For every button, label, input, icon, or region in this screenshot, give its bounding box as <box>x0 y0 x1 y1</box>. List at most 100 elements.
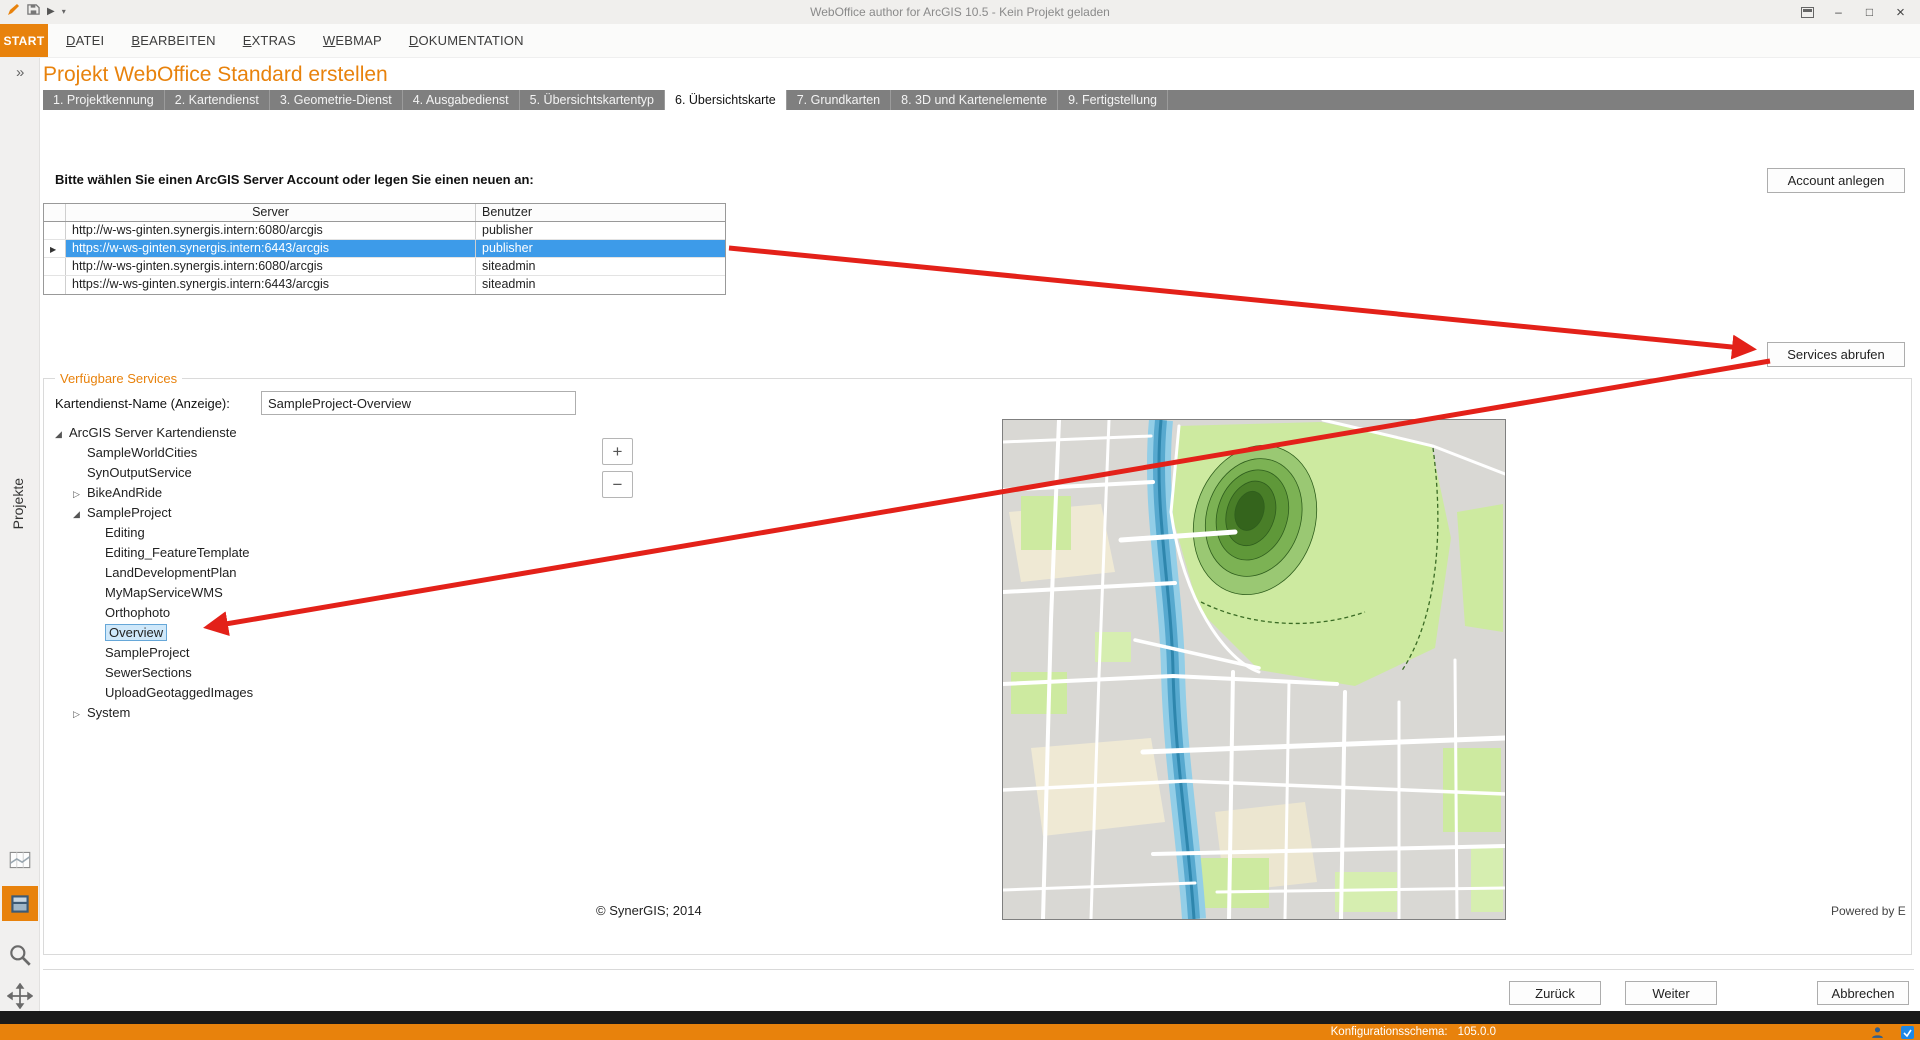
fetch-services-button[interactable]: Services abrufen <box>1767 342 1905 367</box>
minimize-icon[interactable]: – <box>1823 0 1854 24</box>
account-row[interactable]: http://w-ws-ginten.synergis.intern:6080/… <box>44 222 725 240</box>
account-table-header: Server Benutzer <box>44 204 725 222</box>
server-cell: http://w-ws-ginten.synergis.intern:6080/… <box>66 258 476 275</box>
user-cell: siteadmin <box>482 277 536 291</box>
tree-expander-icon[interactable]: ◢ <box>55 424 69 444</box>
server-cell: https://w-ws-ginten.synergis.intern:6443… <box>66 240 476 257</box>
account-row[interactable]: https://w-ws-ginten.synergis.intern:6443… <box>44 276 725 294</box>
tree-item[interactable]: UploadGeotaggedImages <box>43 683 583 703</box>
powered-by-text: Powered by E <box>1831 904 1906 918</box>
tree-expander-icon[interactable]: ◢ <box>73 504 87 524</box>
tree-expander-icon[interactable]: ▷ <box>73 704 87 724</box>
footer-separator <box>43 969 1914 970</box>
map-tool-icon[interactable] <box>4 844 36 876</box>
back-button[interactable]: Zurück <box>1509 981 1601 1005</box>
service-name-input[interactable] <box>261 391 576 415</box>
menu-item[interactable]: DATEI <box>66 33 104 48</box>
window-bottom-edge <box>0 1011 1920 1024</box>
window-title: WebOffice author for ArcGIS 10.5 - Kein … <box>810 5 1110 19</box>
connection-icon[interactable] <box>1901 1026 1914 1039</box>
map-attribution: © SynerGIS; 2014 <box>596 903 702 918</box>
user-column-header[interactable]: Benutzer <box>476 204 725 221</box>
pan-tool-icon[interactable] <box>4 980 36 1012</box>
add-service-button[interactable]: + <box>602 438 633 465</box>
server-cell: http://w-ws-ginten.synergis.intern:6080/… <box>66 222 476 239</box>
collapse-panel-icon[interactable]: » <box>16 64 24 81</box>
create-account-button[interactable]: Account anlegen <box>1767 168 1905 193</box>
service-name-label: Kartendienst-Name (Anzeige): <box>55 396 230 411</box>
account-table: Server Benutzer http://w-ws-ginten.syner… <box>43 203 726 295</box>
account-table-body: http://w-ws-ginten.synergis.intern:6080/… <box>44 222 725 294</box>
tree-expander-icon[interactable]: ▷ <box>73 484 87 504</box>
tree-item[interactable]: Editing <box>43 523 583 543</box>
tree-item-label: Editing_FeatureTemplate <box>105 545 250 560</box>
tree-item-label: SampleProject <box>105 645 190 660</box>
wizard-step[interactable]: 7. Grundkarten <box>787 90 892 110</box>
account-row[interactable]: http://w-ws-ginten.synergis.intern:6080/… <box>44 258 725 276</box>
menu-item[interactable]: EXTRAS <box>243 33 296 48</box>
tree-item[interactable]: ◢ SampleProject <box>43 503 583 523</box>
page-title: Projekt WebOffice Standard erstellen <box>43 63 388 86</box>
main-menu: DATEI BEARBEITEN EXTRAS WEBMAP DOKUMENTA… <box>48 24 524 57</box>
tree-item-label: LandDevelopmentPlan <box>105 565 237 580</box>
tree-item[interactable]: LandDevelopmentPlan <box>43 563 583 583</box>
tree-item-label: BikeAndRide <box>87 485 163 500</box>
tree-item[interactable]: SampleProject <box>43 643 583 663</box>
wizard-step[interactable]: 5. Übersichtskartentyp <box>520 90 665 110</box>
wizard-step[interactable]: 1. Projektkennung <box>43 90 165 110</box>
close-icon[interactable]: × <box>1885 0 1916 24</box>
maximize-icon[interactable]: □ <box>1854 0 1885 24</box>
tree-item[interactable]: ▷ System <box>43 703 583 723</box>
wizard-step[interactable]: 3. Geometrie-Dienst <box>270 90 403 110</box>
selected-row-marker-icon: ▶ <box>50 245 57 254</box>
wizard-steps: 1. Projektkennung 2. Kartendienst 3. Geo… <box>43 90 1914 110</box>
tree-item[interactable]: ▷ BikeAndRide <box>43 483 583 503</box>
status-bar: Konfigurationsschema: 105.0.0 <box>0 1024 1920 1040</box>
menu-item[interactable]: BEARBEITEN <box>131 33 215 48</box>
wizard-step[interactable]: 4. Ausgabedienst <box>403 90 520 110</box>
account-row[interactable]: ▶ https://w-ws-ginten.synergis.intern:64… <box>44 240 725 258</box>
tree-item[interactable]: SampleWorldCities <box>43 443 583 463</box>
tree-item[interactable]: Overview <box>43 623 583 643</box>
tree-item[interactable]: SewerSections <box>43 663 583 683</box>
remove-service-button[interactable]: − <box>602 471 633 498</box>
menu-item[interactable]: WEBMAP <box>323 33 382 48</box>
user-cell: siteadmin <box>482 259 536 273</box>
wizard-step[interactable]: 2. Kartendienst <box>165 90 270 110</box>
window-style-icon[interactable] <box>1792 0 1823 24</box>
tree-item[interactable]: Editing_FeatureTemplate <box>43 543 583 563</box>
wizard-step[interactable]: 8. 3D und Kartenelemente <box>891 90 1059 110</box>
search-tool-icon[interactable] <box>4 939 36 971</box>
tree-item-label: SynOutputService <box>87 465 192 480</box>
tree-item-label: System <box>87 705 131 720</box>
tree-item-label: SewerSections <box>105 665 192 680</box>
tree-item-label: MyMapServiceWMS <box>105 585 223 600</box>
tree-item-label: ArcGIS Server Kartendienste <box>69 425 237 440</box>
server-cell: https://w-ws-ginten.synergis.intern:6443… <box>66 276 476 294</box>
cancel-button[interactable]: Abbrechen <box>1817 981 1909 1005</box>
menu-item[interactable]: DOKUMENTATION <box>409 33 524 48</box>
account-prompt: Bitte wählen Sie einen ArcGIS Server Acc… <box>55 172 534 187</box>
window-controls: – □ × <box>1792 0 1916 24</box>
tree-item-label: Orthophoto <box>105 605 171 620</box>
tree-item[interactable]: MyMapServiceWMS <box>43 583 583 603</box>
tab-start[interactable]: START <box>0 24 48 57</box>
server-column-header[interactable]: Server <box>66 204 476 221</box>
projects-tool-icon[interactable] <box>2 886 38 921</box>
wizard-step[interactable]: 6. Übersichtskarte <box>665 90 787 110</box>
wizard-step[interactable]: 9. Fertigstellung <box>1058 90 1168 110</box>
projects-panel-label: Projekte <box>10 478 26 530</box>
map-preview-image <box>1001 418 1508 921</box>
map-preview <box>1001 418 1508 921</box>
marker-column-header <box>44 204 66 221</box>
user-icon[interactable] <box>1871 1026 1884 1039</box>
tree-item[interactable]: Orthophoto <box>43 603 583 623</box>
config-schema-status: Konfigurationsschema: 105.0.0 <box>1330 1026 1496 1038</box>
tree-item-label: UploadGeotaggedImages <box>105 685 254 700</box>
tree-item-label: Overview <box>105 624 168 641</box>
services-tree: ◢ ArcGIS Server Kartendienste SampleWorld… <box>43 423 583 723</box>
tree-item[interactable]: SynOutputService <box>43 463 583 483</box>
tree-item[interactable]: ◢ ArcGIS Server Kartendienste <box>43 423 583 443</box>
title-bar: ▶ ▾ WebOffice author for ArcGIS 10.5 - K… <box>0 0 1920 24</box>
next-button[interactable]: Weiter <box>1625 981 1717 1005</box>
